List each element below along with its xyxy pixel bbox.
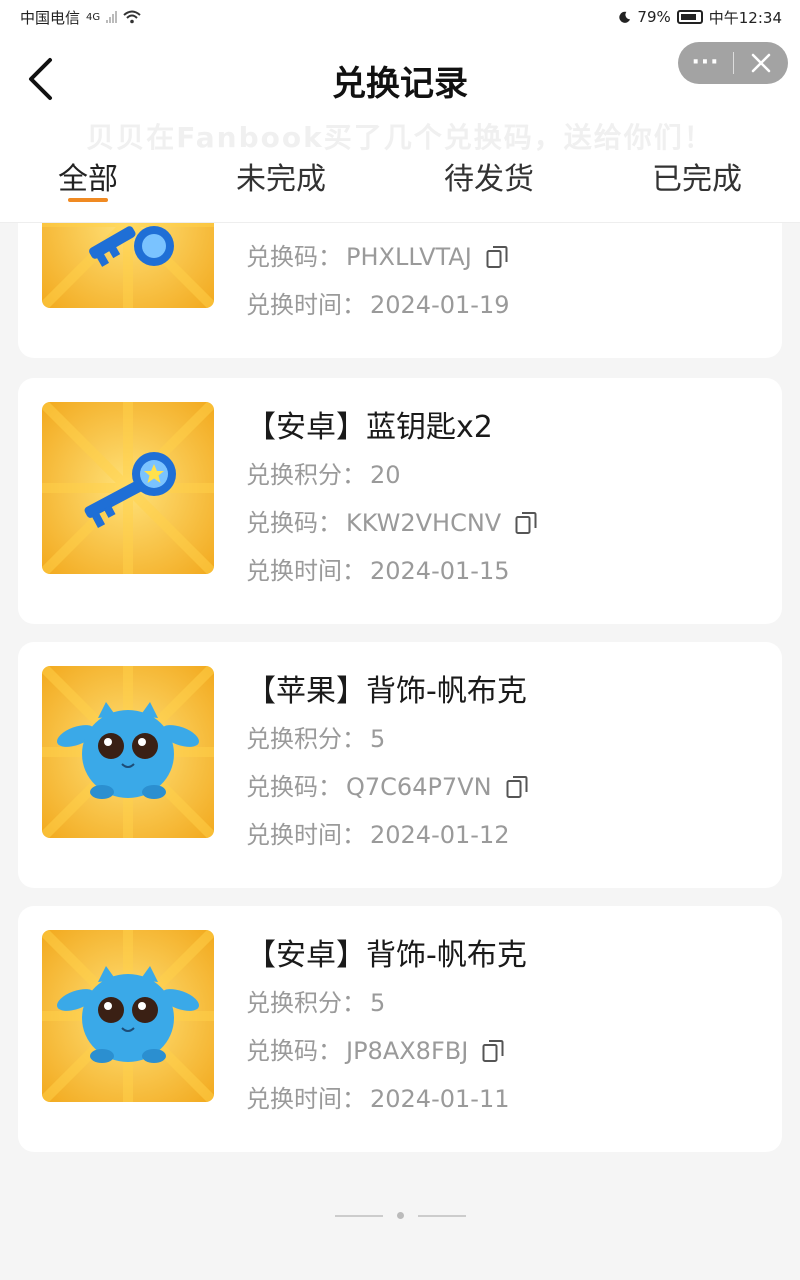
points-label: 兑换积分： — [246, 461, 366, 489]
item-thumbnail — [42, 402, 214, 574]
time-label: 兑换时间： — [246, 1085, 366, 1113]
more-button[interactable]: ··· — [678, 42, 733, 84]
code-label: 兑换码： — [246, 773, 342, 801]
points-value: 5 — [370, 989, 386, 1017]
time-label: 兑换时间： — [246, 291, 366, 319]
tab-all[interactable]: 全部 — [58, 154, 118, 198]
clock: 中午12:34 — [708, 8, 782, 27]
code-value[interactable]: PHXLLVTAJ — [346, 234, 472, 280]
record-card[interactable]: 【安卓】背饰-帆布克 兑换积分： 5 兑换码： JP8AX8FBJ 兑换时间： 202… — [18, 906, 782, 1152]
code-value[interactable]: Q7C64P7VN — [346, 764, 492, 810]
points-label: 兑换积分： — [246, 725, 366, 753]
battery-icon — [676, 10, 703, 24]
status-bar: 中国电信 4G 79% 中午12:34 — [0, 0, 800, 34]
copy-icon[interactable] — [515, 511, 537, 535]
code-label: 兑换码： — [246, 243, 342, 271]
tab-bar: 全部 未完成 待发货 已完成 — [0, 154, 800, 214]
time-label: 兑换时间： — [246, 821, 366, 849]
blue-key-icon — [42, 402, 214, 574]
copy-icon[interactable] — [486, 245, 508, 269]
close-icon — [751, 53, 771, 73]
tab-incomplete[interactable]: 未完成 — [236, 154, 326, 198]
item-name: 【安卓】蓝钥匙x2 — [246, 410, 493, 445]
tab-completed[interactable]: 已完成 — [652, 154, 742, 198]
active-tab-indicator — [68, 198, 108, 202]
close-button[interactable] — [734, 53, 788, 73]
item-thumbnail — [42, 930, 214, 1102]
overlay-caption: 贝贝在Fanbook买了几个兑换码，送给你们！ — [86, 121, 714, 154]
blue-creature-icon — [42, 666, 214, 838]
record-card[interactable]: 【安卓】蓝钥匙x2 兑换积分： 20 兑换码： KKW2VHCNV 兑换时间： 202… — [18, 378, 782, 624]
battery-percent: 79% — [637, 8, 671, 26]
time-value: 2024-01-19 — [370, 291, 510, 319]
time-value: 2024-01-15 — [370, 557, 510, 585]
points-label: 兑换积分： — [246, 989, 366, 1017]
item-name: 【安卓】背饰-帆布克 — [246, 938, 527, 973]
mini-program-capsule: ··· — [678, 42, 788, 84]
item-name: 【苹果】背饰-帆布克 — [246, 674, 527, 709]
code-label: 兑换码： — [246, 1037, 342, 1065]
item-thumbnail — [42, 666, 214, 838]
code-value[interactable]: JP8AX8FBJ — [346, 1028, 468, 1074]
time-value: 2024-01-12 — [370, 821, 510, 849]
wifi-icon — [123, 10, 141, 24]
code-value[interactable]: KKW2VHCNV — [346, 500, 501, 546]
header: 兑换记录 ··· 贝贝在Fanbook买了几个兑换码，送给你们！ 全部 未完成 … — [0, 34, 800, 222]
copy-icon[interactable] — [482, 1039, 504, 1063]
code-label: 兑换码： — [246, 509, 342, 537]
moon-icon — [619, 11, 631, 23]
signal-icon — [106, 11, 118, 23]
record-card[interactable]: 【苹果】背饰-帆布克 兑换积分： 5 兑换码： Q7C64P7VN 兑换时间： 202… — [18, 642, 782, 888]
network-label: 4G — [86, 11, 101, 23]
points-value: 5 — [370, 725, 386, 753]
points-value: 20 — [370, 461, 401, 489]
tab-pending-shipment[interactable]: 待发货 — [444, 154, 534, 198]
carrier-label: 中国电信 — [20, 8, 81, 27]
time-value: 2024-01-11 — [370, 1085, 510, 1113]
blue-creature-icon — [42, 930, 214, 1102]
time-label: 兑换时间： — [246, 557, 366, 585]
page-indicator — [0, 1212, 800, 1219]
copy-icon[interactable] — [506, 775, 528, 799]
